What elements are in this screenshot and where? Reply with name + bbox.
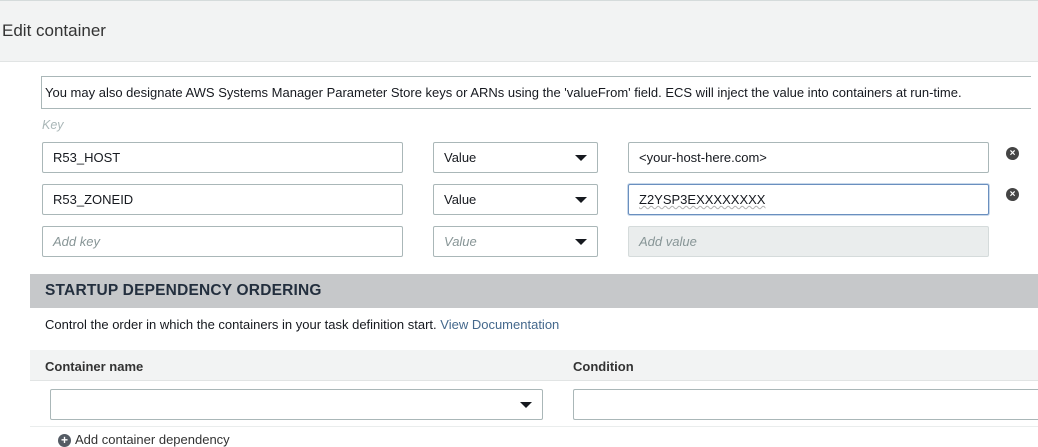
- container-name-select[interactable]: [50, 389, 543, 420]
- env-value-input[interactable]: Z2YSP3EXXXXXXXX: [628, 184, 989, 215]
- add-container-dependency-label: Add container dependency: [75, 432, 230, 447]
- dependency-table-header: Container name Condition: [30, 350, 1038, 381]
- section-description: Control the order in which the container…: [45, 317, 559, 332]
- caret-down-icon: [575, 155, 587, 161]
- condition-select[interactable]: [573, 389, 1038, 420]
- key-column-caption: Key: [42, 118, 64, 132]
- add-type-select-label: Value: [444, 234, 477, 249]
- env-type-select-label: Value: [444, 150, 477, 165]
- env-type-select[interactable]: Value: [433, 142, 598, 173]
- add-value-input: Add value: [628, 226, 989, 257]
- env-value-text: Z2YSP3EXXXXXXXX: [639, 192, 766, 207]
- add-circle-icon: +: [58, 434, 71, 447]
- add-type-select[interactable]: Value: [433, 226, 598, 257]
- remove-row-icon[interactable]: ×: [1006, 147, 1019, 160]
- section-description-text: Control the order in which the container…: [45, 317, 437, 332]
- env-key-input[interactable]: R53_HOST: [42, 142, 403, 173]
- column-header-container-name: Container name: [45, 359, 144, 374]
- env-type-select[interactable]: Value: [433, 184, 598, 215]
- env-type-select-label: Value: [444, 192, 477, 207]
- caret-down-icon: [520, 402, 532, 408]
- page-title: Edit container: [2, 21, 106, 40]
- value-from-notice: You may also designate AWS Systems Manag…: [41, 76, 1031, 109]
- section-title: STARTUP DEPENDENCY ORDERING: [30, 274, 1038, 308]
- view-documentation-link[interactable]: View Documentation: [440, 317, 559, 332]
- add-key-input[interactable]: Add key: [42, 226, 403, 257]
- remove-row-icon[interactable]: ×: [1006, 188, 1019, 201]
- column-header-condition: Condition: [573, 359, 634, 374]
- env-key-input[interactable]: R53_ZONEID: [42, 184, 403, 215]
- divider: [30, 426, 1038, 427]
- env-value-input[interactable]: <your-host-here.com>: [628, 142, 989, 173]
- add-container-dependency-button[interactable]: + Add container dependency: [58, 432, 230, 447]
- caret-down-icon: [575, 197, 587, 203]
- page-header: Edit container: [0, 0, 1038, 62]
- caret-down-icon: [575, 239, 587, 245]
